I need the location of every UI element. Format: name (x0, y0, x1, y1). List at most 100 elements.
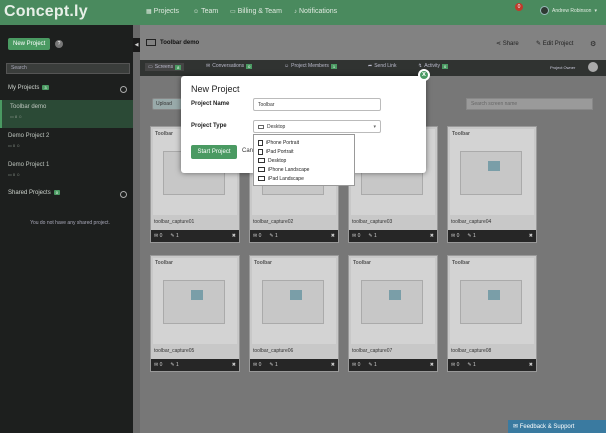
search-input[interactable]: Search (6, 63, 130, 74)
screen-name: toolbar_capture03 (352, 219, 393, 225)
project-type-select[interactable]: Desktop ▾ (253, 120, 381, 133)
delete-icon[interactable]: ✖ (331, 233, 335, 239)
monitor-icon (146, 39, 156, 46)
comment-count: 0 (357, 233, 361, 239)
delete-icon[interactable]: ✖ (232, 233, 236, 239)
screen-card[interactable]: Toolbar toolbar_capture04 ✉ 0 ✎ 1 ✖ (447, 126, 537, 243)
nav-team[interactable]: ☺ Team (193, 8, 218, 15)
delete-icon[interactable]: ✖ (232, 362, 236, 368)
app-logo[interactable]: Concept.ly (4, 3, 88, 21)
delete-icon[interactable]: ✖ (529, 233, 533, 239)
comment-icon[interactable]: ✉ 0 (352, 362, 360, 368)
pencil-icon[interactable]: ✎ 1 (170, 362, 178, 368)
comment-icon[interactable]: ✉ 0 (154, 233, 162, 239)
shared-projects-header[interactable]: Shared Projects 0 (0, 188, 133, 202)
project-name: Demo Project 1 (8, 162, 50, 168)
phone-icon (258, 167, 265, 172)
pencil-icon[interactable]: ✎ 1 (467, 233, 475, 239)
close-icon[interactable]: x (418, 69, 430, 81)
screen-name: toolbar_capture06 (253, 348, 294, 354)
delete-icon[interactable]: ✖ (331, 362, 335, 368)
tab-members[interactable]: ☺ Project Members 1 (284, 63, 338, 69)
pencil-icon[interactable]: ✎ 1 (269, 362, 277, 368)
project-meta: ▭ 8 ☺ (10, 114, 23, 119)
project-type-label: Project Type (191, 123, 227, 129)
screen-thumbnail[interactable]: Toolbar (153, 258, 237, 344)
screen-name: toolbar_capture07 (352, 348, 393, 354)
tab-label: Send Link (374, 63, 397, 69)
screen-search-input[interactable]: Search screen name (466, 98, 593, 110)
screen-card[interactable]: Toolbar toolbar_capture05 ✉ 0 ✎ 1 ✖ (150, 255, 240, 372)
screen-card[interactable]: Toolbar toolbar_capture07 ✉ 0 ✎ 1 ✖ (348, 255, 438, 372)
edit-project-button[interactable]: ✎ Edit Project (536, 40, 573, 47)
delete-icon[interactable]: ✖ (430, 233, 434, 239)
comment-icon[interactable]: ✉ 0 (451, 233, 459, 239)
pencil-icon[interactable]: ✎ 1 (269, 233, 277, 239)
nav-projects[interactable]: ▦ Projects (146, 8, 179, 15)
new-project-button[interactable]: New Project (8, 38, 51, 50)
project-item-demo-1[interactable]: Demo Project 1 ▭ 0 ☺ (0, 158, 133, 186)
screen-thumbnail[interactable]: Toolbar (450, 129, 534, 215)
comment-count: 0 (258, 362, 262, 368)
tablet-icon (258, 148, 263, 155)
grid-icon: ▦ (146, 9, 152, 15)
screen-name: toolbar_capture08 (451, 348, 492, 354)
comment-icon[interactable]: ✉ 0 (253, 233, 261, 239)
option-ipad-landscape[interactable]: iPad Landscape (258, 174, 350, 183)
screen-actions: ✉ 0 ✎ 1 ✖ (151, 230, 239, 242)
collapse-icon[interactable] (120, 191, 127, 198)
screen-thumbnail[interactable]: Toolbar (450, 258, 534, 344)
start-project-button[interactable]: Start Project (191, 145, 237, 159)
project-name-field[interactable]: Toolbar (253, 98, 381, 111)
share-button[interactable]: ⋖ Share (496, 40, 519, 47)
nav-billing[interactable]: ▭ Billing & Team (230, 8, 282, 15)
collapse-icon[interactable] (120, 86, 127, 93)
delete-icon[interactable]: ✖ (430, 362, 434, 368)
screen-actions: ✉ 0 ✎ 1 ✖ (151, 359, 239, 371)
tab-screens[interactable]: ▭ Screens 8 (145, 63, 185, 71)
comment-icon[interactable]: ✉ 0 (451, 362, 459, 368)
feedback-button[interactable]: ✉ Feedback & Support (508, 420, 606, 433)
avatar[interactable] (588, 62, 598, 72)
bell-icon: ♪ (294, 8, 297, 15)
option-iphone-landscape[interactable]: iPhone Landscape (258, 165, 350, 174)
project-item-demo-2[interactable]: Demo Project 2 ▭ 0 ☺ (0, 129, 133, 157)
nav-label: Notifications (299, 8, 338, 15)
pencil-icon[interactable]: ✎ 1 (170, 233, 178, 239)
tab-badge: 0 (442, 63, 449, 69)
screen-thumbnail[interactable]: Toolbar (351, 258, 435, 344)
nav-notifications[interactable]: ♪ Notifications (294, 8, 337, 15)
comment-count: 0 (456, 233, 460, 239)
notification-badge[interactable]: 0 (515, 3, 523, 11)
screen-name: toolbar_capture05 (154, 348, 195, 354)
option-desktop[interactable]: Desktop (258, 156, 350, 165)
tab-send-link[interactable]: ➦ Send Link (368, 63, 396, 69)
top-bar: Concept.ly ▦ Projects ☺ Team ▭ Billing & Te… (0, 0, 606, 25)
pencil-icon[interactable]: ✎ 1 (467, 362, 475, 368)
edit-count: 1 (472, 233, 476, 239)
users-icon: ☺ (193, 8, 200, 15)
tab-conversations[interactable]: ✉ Conversations 0 (206, 63, 253, 69)
sidebar-collapse-button[interactable]: ◀ (133, 38, 140, 52)
delete-icon[interactable]: ✖ (529, 362, 533, 368)
my-projects-header[interactable]: My Projects 3 (0, 83, 133, 97)
screen-card[interactable]: Toolbar toolbar_capture06 ✉ 0 ✎ 1 ✖ (249, 255, 339, 372)
tab-badge: 8 (175, 64, 182, 70)
comment-icon[interactable]: ✉ 0 (352, 233, 360, 239)
comment-icon[interactable]: ✉ 0 (154, 362, 162, 368)
modal-title: New Project (191, 84, 240, 94)
screen-card[interactable]: Toolbar toolbar_capture08 ✉ 0 ✎ 1 ✖ (447, 255, 537, 372)
option-ipad-portrait[interactable]: iPad Portrait (258, 147, 350, 156)
project-item-toolbar-demo[interactable]: Toolbar demo ▭ 8 ☺ (0, 100, 133, 128)
user-menu[interactable]: Andrew Robinson ▾ (540, 6, 597, 15)
tab-badge: 0 (246, 63, 253, 69)
option-iphone-portrait[interactable]: iPhone Portrait (258, 138, 350, 147)
pencil-icon[interactable]: ✎ 1 (368, 362, 376, 368)
screen-thumbnail[interactable]: Toolbar (252, 258, 336, 344)
gear-icon[interactable]: ⚙ (590, 40, 596, 48)
help-icon[interactable]: ? (55, 40, 63, 48)
comment-icon[interactable]: ✉ 0 (253, 362, 261, 368)
project-tabs: ▭ Screens 8 ✉ Conversations 0 ☺ Project Me… (140, 60, 606, 76)
screen-actions: ✉ 0 ✎ 1 ✖ (448, 359, 536, 371)
pencil-icon[interactable]: ✎ 1 (368, 233, 376, 239)
